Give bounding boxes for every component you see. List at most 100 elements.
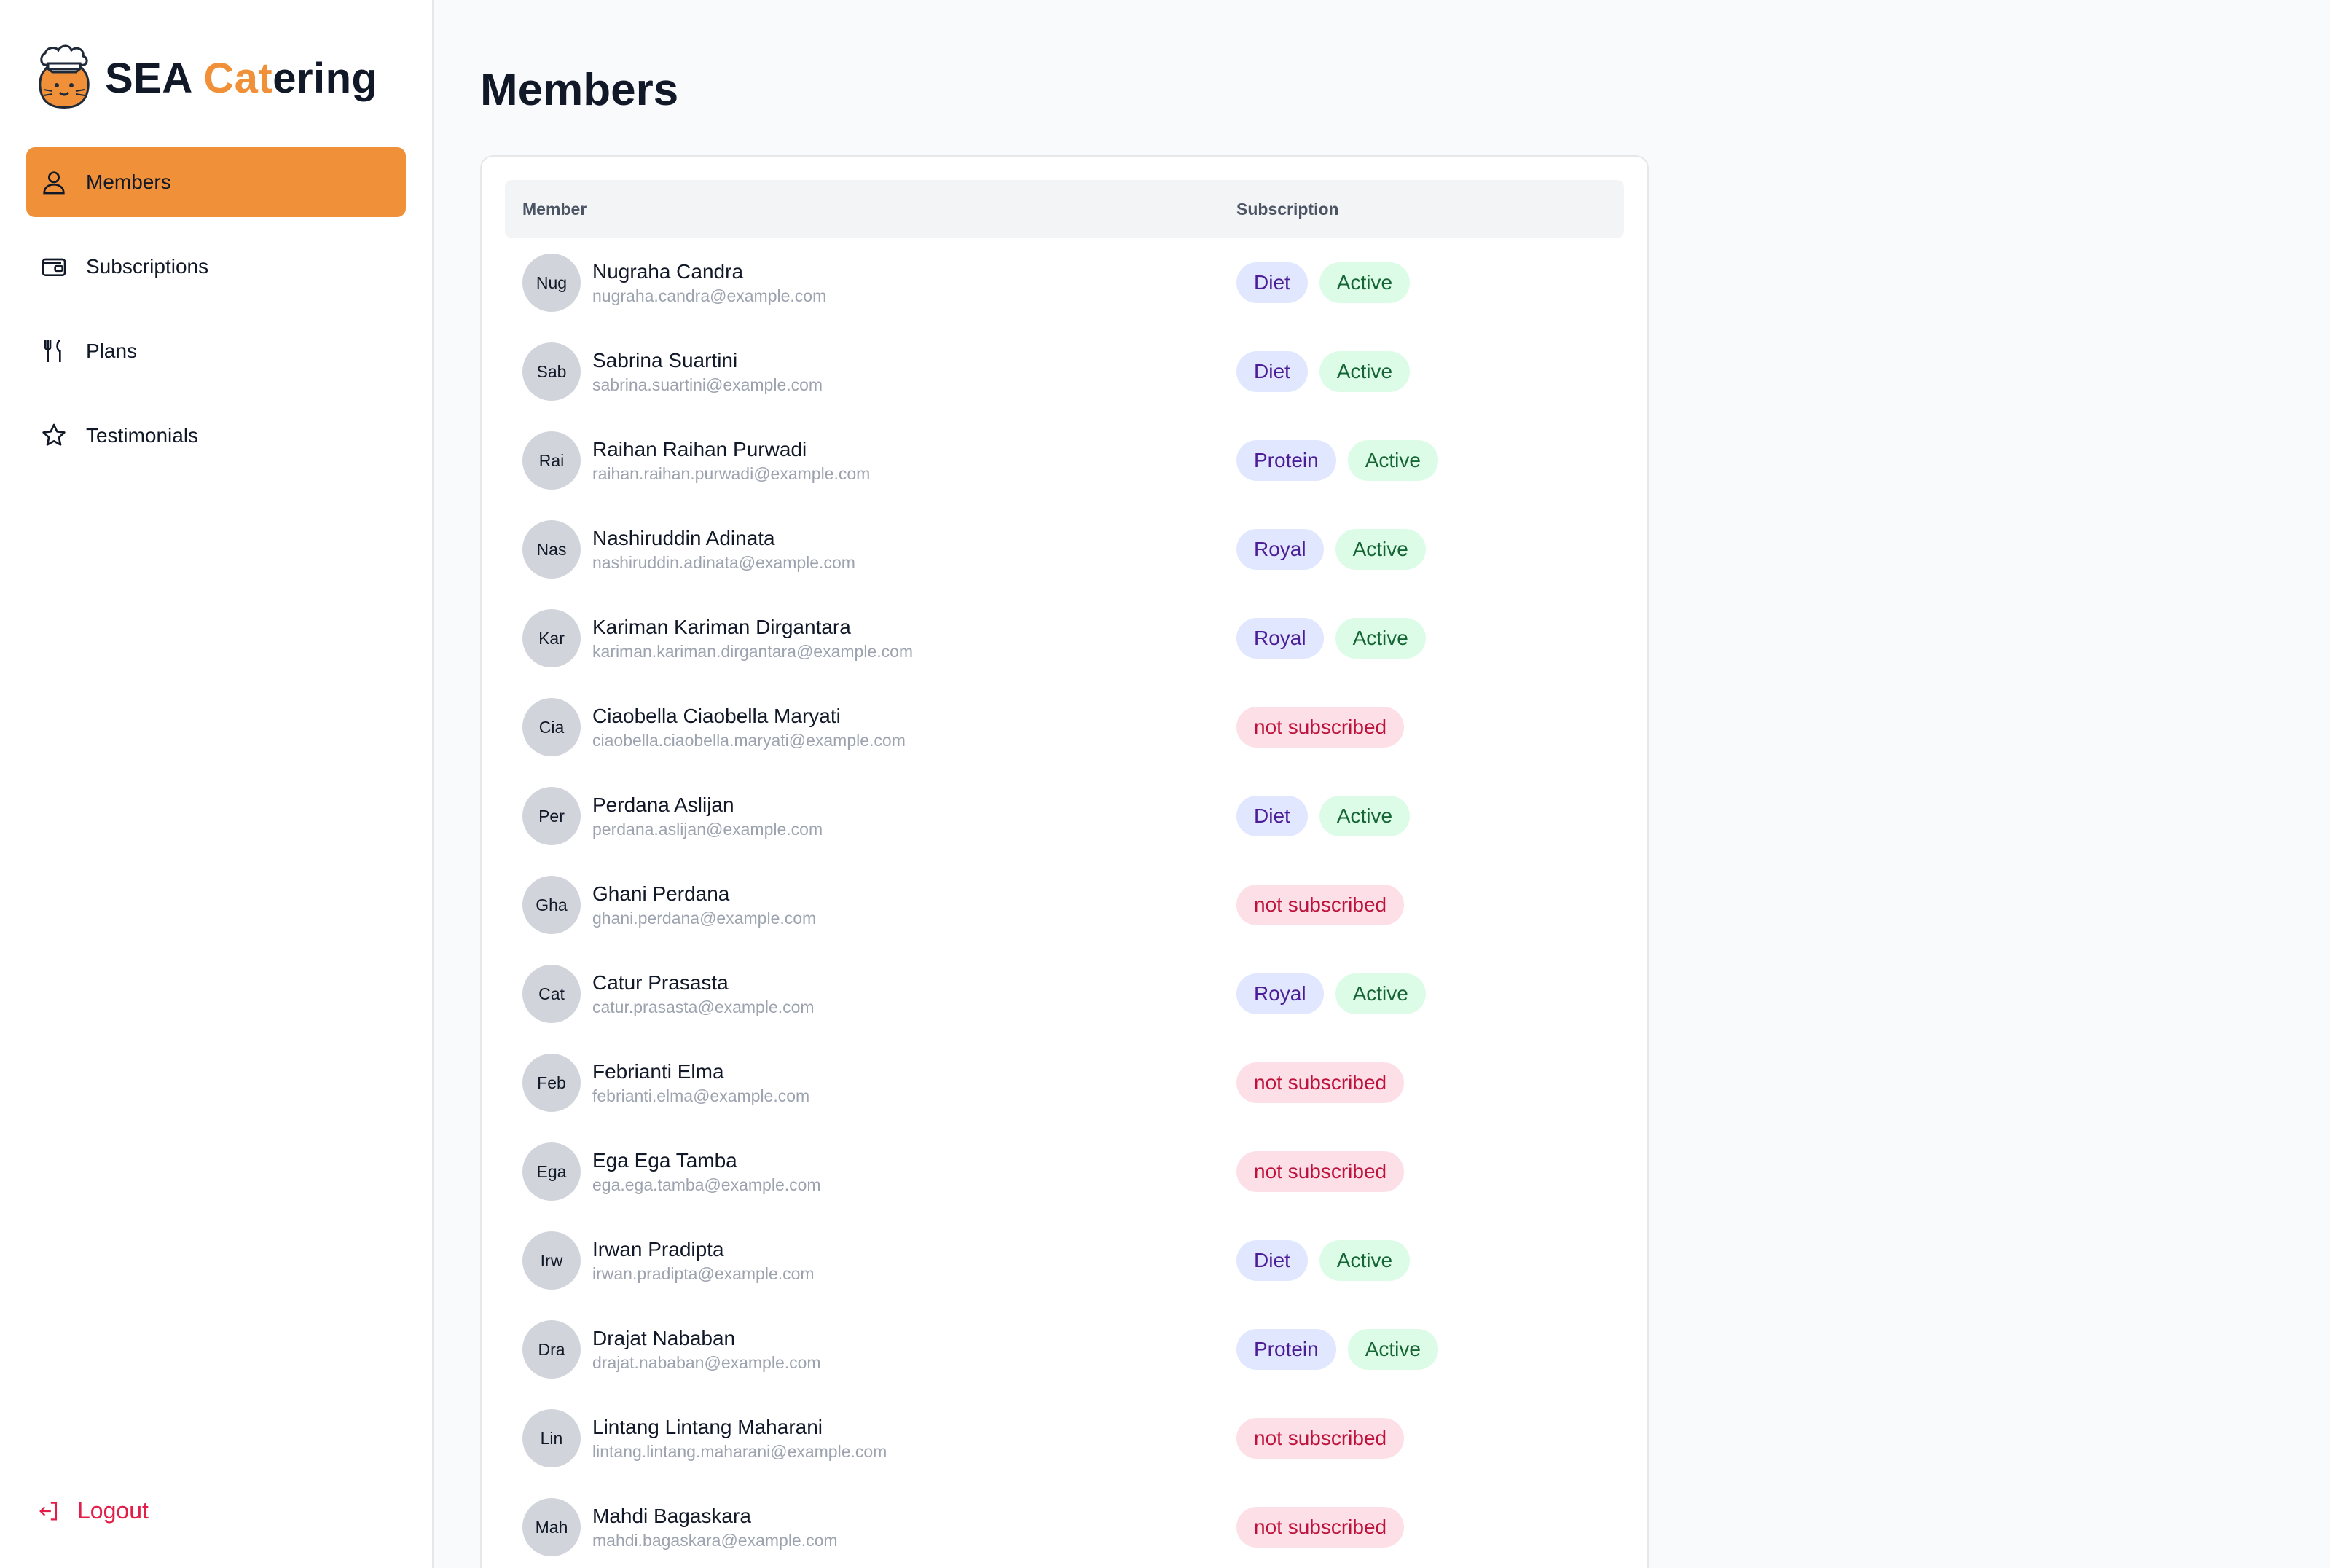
member-cell: Mah Mahdi Bagaskara mahdi.bagaskara@exampl… — [505, 1498, 1236, 1556]
status-badge: not subscribed — [1236, 1418, 1405, 1459]
status-badge: not subscribed — [1236, 1151, 1405, 1192]
status-badge: not subscribed — [1236, 707, 1405, 748]
sidebar: SEA Catering Members Subscriptions Plans — [0, 0, 434, 1568]
member-email: catur.prasasta@example.com — [592, 997, 815, 1016]
table-row[interactable]: Per Perdana Aslijan perdana.aslijan@exampl… — [505, 772, 1624, 861]
member-cell: Nas Nashiruddin Adinata nashiruddin.adinat… — [505, 520, 1236, 579]
avatar: Irw — [522, 1231, 581, 1290]
member-cell: Per Perdana Aslijan perdana.aslijan@exampl… — [505, 787, 1236, 845]
member-name: Kariman Kariman Dirgantara — [592, 616, 851, 638]
utensils-icon — [39, 337, 68, 366]
brand-name: SEA Catering — [105, 54, 378, 103]
table-row[interactable]: Dra Drajat Nababan drajat.nababan@example.… — [505, 1305, 1624, 1394]
member-email: nashiruddin.adinata@example.com — [592, 553, 855, 572]
table-row[interactable]: Sab Sabrina Suartini sabrina.suartini@exam… — [505, 327, 1624, 416]
member-info: Kariman Kariman Dirgantara kariman.karima… — [592, 614, 913, 662]
member-name: Raihan Raihan Purwadi — [592, 438, 807, 460]
table-row[interactable]: Nug Nugraha Candra nugraha.candra@example.… — [505, 238, 1624, 327]
table-row[interactable]: Mah Mahdi Bagaskara mahdi.bagaskara@exampl… — [505, 1483, 1624, 1568]
avatar: Kar — [522, 609, 581, 667]
status-badge: Active — [1319, 1240, 1411, 1281]
table-row[interactable]: Rai Raihan Raihan Purwadi raihan.raihan.pu… — [505, 416, 1624, 505]
user-icon — [39, 168, 68, 197]
member-info: Ghani Perdana ghani.perdana@example.com — [592, 881, 816, 929]
subscription-cell: not subscribed — [1236, 1418, 1416, 1459]
member-info: Febrianti Elma febrianti.elma@example.com — [592, 1059, 809, 1107]
subscription-cell: not subscribed — [1236, 707, 1416, 748]
subscription-cell: not subscribed — [1236, 1151, 1416, 1192]
plan-badge: Diet — [1236, 1240, 1308, 1281]
member-cell: Cat Catur Prasasta catur.prasasta@example.… — [505, 965, 1236, 1023]
logout-button[interactable]: Logout — [36, 1497, 149, 1524]
member-info: Perdana Aslijan perdana.aslijan@example.c… — [592, 792, 823, 840]
sidebar-item-subscriptions[interactable]: Subscriptions — [26, 232, 406, 302]
table-row[interactable]: Cat Catur Prasasta catur.prasasta@example.… — [505, 949, 1624, 1038]
avatar: Feb — [522, 1054, 581, 1112]
app-root: SEA Catering Members Subscriptions Plans — [0, 0, 2330, 1568]
member-cell: Irw Irwan Pradipta irwan.pradipta@example.… — [505, 1231, 1236, 1290]
member-name: Sabrina Suartini — [592, 349, 738, 372]
member-email: drajat.nababan@example.com — [592, 1353, 821, 1372]
member-email: nugraha.candra@example.com — [592, 286, 827, 305]
subscription-cell: Diet Active — [1236, 262, 1421, 303]
table-row[interactable]: Irw Irwan Pradipta irwan.pradipta@example.… — [505, 1216, 1624, 1305]
table-body: Nug Nugraha Candra nugraha.candra@example.… — [505, 238, 1624, 1568]
table-row[interactable]: Cia Ciaobella Ciaobella Maryati ciaobella.… — [505, 683, 1624, 772]
avatar: Rai — [522, 431, 581, 490]
sidebar-item-label: Members — [86, 170, 171, 193]
status-badge: Active — [1319, 351, 1411, 392]
table-row[interactable]: Feb Febrianti Elma febrianti.elma@example.… — [505, 1038, 1624, 1127]
brand-name-start: SEA — [105, 54, 204, 102]
subscription-cell: not subscribed — [1236, 885, 1416, 925]
page-title: Members — [480, 65, 679, 115]
status-badge: Active — [1319, 796, 1411, 836]
table-row[interactable]: Lin Lintang Lintang Maharani lintang.linta… — [505, 1394, 1624, 1483]
status-badge: not subscribed — [1236, 1507, 1405, 1548]
sidebar-item-members[interactable]: Members — [26, 147, 406, 217]
member-cell: Cia Ciaobella Ciaobella Maryati ciaobella.… — [505, 698, 1236, 756]
member-name: Ciaobella Ciaobella Maryati — [592, 705, 841, 727]
member-email: raihan.raihan.purwadi@example.com — [592, 464, 871, 483]
table-row[interactable]: Gha Ghani Perdana ghani.perdana@example.co… — [505, 861, 1624, 949]
member-name: Febrianti Elma — [592, 1060, 724, 1083]
status-badge: Active — [1335, 529, 1426, 570]
status-badge: Active — [1347, 440, 1438, 481]
subscription-cell: Royal Active — [1236, 618, 1437, 659]
cat-chef-logo-icon — [39, 44, 90, 109]
avatar: Ega — [522, 1142, 581, 1201]
member-email: febrianti.elma@example.com — [592, 1086, 810, 1105]
logout-icon — [36, 1499, 61, 1524]
subscription-cell: not subscribed — [1236, 1062, 1416, 1103]
avatar: Nas — [522, 520, 581, 579]
table-row[interactable]: Nas Nashiruddin Adinata nashiruddin.adinat… — [505, 505, 1624, 594]
avatar: Lin — [522, 1409, 581, 1467]
avatar: Nug — [522, 254, 581, 312]
sidebar-item-testimonials[interactable]: Testimonials — [26, 401, 406, 471]
sidebar-item-plans[interactable]: Plans — [26, 316, 406, 386]
member-cell: Dra Drajat Nababan drajat.nababan@example.… — [505, 1320, 1236, 1379]
member-email: ciaobella.ciaobella.maryati@example.com — [592, 731, 906, 750]
plan-badge: Royal — [1236, 529, 1324, 570]
avatar: Per — [522, 787, 581, 845]
plan-badge: Diet — [1236, 796, 1308, 836]
table-row[interactable]: Kar Kariman Kariman Dirgantara kariman.kar… — [505, 594, 1624, 683]
member-info: Drajat Nababan drajat.nababan@example.com — [592, 1325, 821, 1373]
brand-name-end: ering — [272, 54, 378, 102]
sidebar-nav: Members Subscriptions Plans Testimonials — [26, 147, 406, 471]
table-row[interactable]: Ega Ega Ega Tamba ega.ega.tamba@example.co… — [505, 1127, 1624, 1216]
member-cell: Rai Raihan Raihan Purwadi raihan.raihan.pu… — [505, 431, 1236, 490]
status-badge: not subscribed — [1236, 1062, 1405, 1103]
subscription-cell: Diet Active — [1236, 1240, 1421, 1281]
subscription-cell: Diet Active — [1236, 351, 1421, 392]
member-info: Sabrina Suartini sabrina.suartini@example… — [592, 348, 823, 396]
subscription-cell: Protein Active — [1236, 440, 1450, 481]
plan-badge: Royal — [1236, 973, 1324, 1014]
avatar: Sab — [522, 342, 581, 401]
member-email: ghani.perdana@example.com — [592, 909, 817, 928]
avatar: Gha — [522, 876, 581, 934]
member-info: Lintang Lintang Maharani lintang.lintang.… — [592, 1414, 887, 1462]
member-name: Nugraha Candra — [592, 260, 744, 283]
member-cell: Ega Ega Ega Tamba ega.ega.tamba@example.co… — [505, 1142, 1236, 1201]
subscription-cell: Diet Active — [1236, 796, 1421, 836]
plan-badge: Diet — [1236, 351, 1308, 392]
